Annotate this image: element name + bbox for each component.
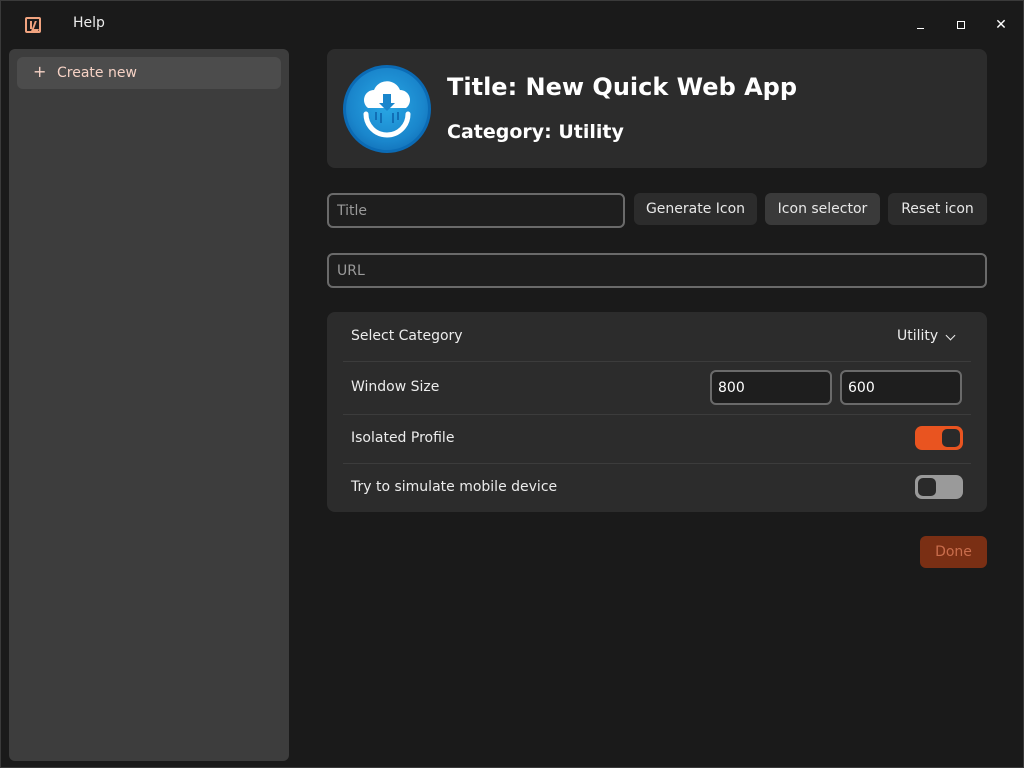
category-dropdown[interactable]: Utility xyxy=(897,328,938,344)
window-height-input[interactable] xyxy=(840,370,962,405)
settings-card: Select Category Utility Window Size Isol… xyxy=(327,312,987,512)
chevron-down-icon[interactable] xyxy=(945,330,956,341)
app-preview-card: Title: New Quick Web App Category: Utili… xyxy=(327,49,987,168)
minimize-icon[interactable] xyxy=(911,15,931,35)
isolated-profile-toggle[interactable] xyxy=(915,426,963,450)
simulate-mobile-toggle[interactable] xyxy=(915,475,963,499)
app-logo-icon xyxy=(25,17,41,33)
plus-icon: + xyxy=(33,62,47,81)
create-new-label: Create new xyxy=(57,65,137,81)
create-new-button[interactable]: + Create new xyxy=(17,57,281,89)
title-input[interactable] xyxy=(327,193,625,228)
sidebar: + Create new xyxy=(9,49,289,761)
window-width-input[interactable] xyxy=(710,370,832,405)
reset-icon-button[interactable]: Reset icon xyxy=(888,193,987,225)
select-category-label: Select Category xyxy=(351,328,463,344)
simulate-mobile-label: Try to simulate mobile device xyxy=(351,479,558,495)
url-input[interactable] xyxy=(327,253,987,288)
app-category: Category: Utility xyxy=(447,121,624,143)
maximize-icon[interactable] xyxy=(951,15,971,35)
divider xyxy=(343,414,971,415)
app-window: Help ✕ + Create new Title: New Quick Web… xyxy=(0,0,1024,768)
generate-icon-button[interactable]: Generate Icon xyxy=(634,193,757,225)
window-size-label: Window Size xyxy=(351,379,440,395)
done-button[interactable]: Done xyxy=(920,536,987,568)
isolated-profile-label: Isolated Profile xyxy=(351,430,455,446)
close-icon[interactable]: ✕ xyxy=(991,15,1011,35)
app-title: Title: New Quick Web App xyxy=(447,73,798,101)
divider xyxy=(343,361,971,362)
icon-selector-button[interactable]: Icon selector xyxy=(765,193,880,225)
help-menu[interactable]: Help xyxy=(73,15,105,31)
title-bar: Help ✕ xyxy=(1,1,1024,49)
cloud-download-icon[interactable] xyxy=(343,65,431,153)
divider xyxy=(343,463,971,464)
